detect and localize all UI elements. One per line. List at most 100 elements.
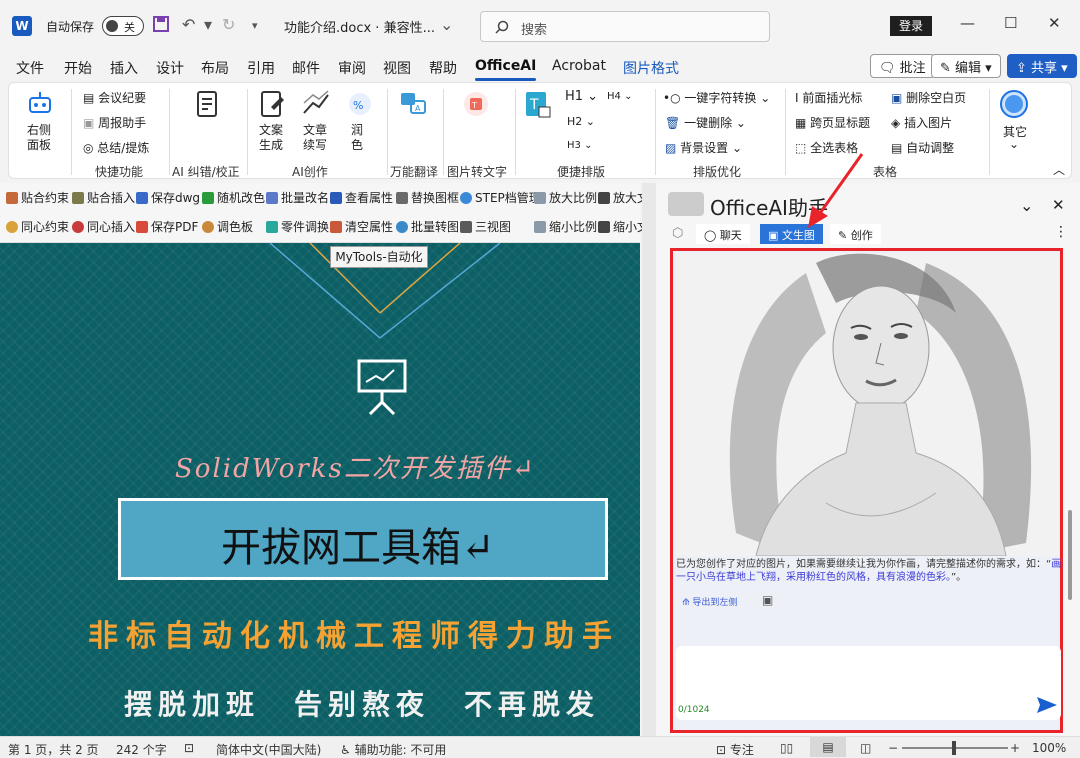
document-name[interactable]: 功能介绍.docx · 兼容性...	[284, 17, 435, 36]
insert-cursor-button[interactable]: Ι 前面插光标	[795, 89, 862, 106]
focus-mode-button[interactable]: ⊡ 专注	[716, 741, 754, 758]
zoom-slider-thumb[interactable]	[952, 741, 956, 755]
tab-picture-format[interactable]: 图片格式	[623, 58, 679, 78]
document-canvas[interactable]: SolidWorks二次开发插件↵ 开拔网工具箱↵ 非标自动化机械工程师得力助手…	[0, 243, 640, 736]
undo-dropdown-icon[interactable]: ▾	[204, 15, 212, 34]
doc-name-chevron-icon[interactable]: ⌄	[440, 15, 453, 34]
mytools-item[interactable]: 清空属性	[330, 218, 393, 235]
weekly-report-button[interactable]: ▣ 周报助手	[83, 114, 146, 131]
heading2-button[interactable]: H2 ⌄	[567, 115, 595, 128]
copy-generate-button[interactable]: 文案 生成	[259, 123, 283, 153]
mytools-item[interactable]: 保存dwg	[136, 189, 200, 206]
mytools-item[interactable]: 查看属性	[330, 189, 393, 206]
save-icon[interactable]	[152, 15, 170, 37]
group-translate: 万能翻译	[390, 165, 439, 179]
translate-icon[interactable]: A	[399, 89, 429, 119]
save-image-icon[interactable]: ▣	[762, 593, 773, 607]
mytools-item[interactable]: 缩小比例	[534, 218, 597, 235]
mytools-item[interactable]: 三视图	[460, 218, 511, 235]
tab-help[interactable]: 帮助	[429, 58, 457, 78]
tab-file[interactable]: 文件	[16, 58, 44, 78]
maximize-icon[interactable]: ☐	[1004, 14, 1017, 32]
format-text-icon[interactable]: T	[523, 89, 553, 119]
zoom-out-icon[interactable]: −	[888, 741, 898, 755]
tab-review[interactable]: 审阅	[338, 58, 366, 78]
tab-officeai[interactable]: OfficeAI	[475, 58, 537, 81]
mytools-item[interactable]: 同心约束	[6, 218, 69, 235]
redo-icon[interactable]: ↻	[222, 15, 235, 34]
edit-mode-button[interactable]: ✎ 编辑 ▾	[931, 54, 1001, 78]
delete-blank-page-button[interactable]: ▣ 删除空白页	[891, 89, 966, 106]
mytools-item[interactable]: 随机改色	[202, 189, 265, 206]
one-key-delete-button[interactable]: 🗑 一键删除 ⌄	[665, 114, 746, 131]
tab-home[interactable]: 开始	[64, 58, 92, 78]
tab-design[interactable]: 设计	[156, 58, 184, 78]
mytools-item[interactable]: 同心插入	[72, 218, 135, 235]
comments-button[interactable]: 🗨 批注	[870, 54, 935, 78]
tab-acrobat[interactable]: Acrobat	[552, 58, 606, 74]
tab-insert[interactable]: 插入	[110, 58, 138, 78]
doc-scrollbar[interactable]	[642, 183, 656, 736]
background-setting-button[interactable]: ▨ 背景设置 ⌄	[665, 139, 742, 156]
panel-collapse-icon[interactable]: ⌄	[1020, 196, 1033, 215]
collapse-ribbon-icon[interactable]: ︿	[1053, 161, 1065, 178]
web-layout-icon[interactable]: ◫	[860, 741, 871, 755]
share-button[interactable]: ⇪ 共享 ▾	[1007, 54, 1077, 78]
mytools-item[interactable]: 放大比例	[534, 189, 597, 206]
mytools-item[interactable]: STEP档管理	[460, 189, 541, 206]
tab-view[interactable]: 视图	[383, 58, 411, 78]
panel-tab-chat[interactable]: ◯ 聊天	[696, 224, 750, 244]
print-layout-icon[interactable]: ▤	[810, 737, 846, 757]
send-icon[interactable]	[1037, 697, 1057, 713]
continue-writing-button[interactable]: 文章 续写	[303, 123, 327, 153]
tab-mailings[interactable]: 邮件	[292, 58, 320, 78]
heading4-button[interactable]: H4 ⌄	[607, 91, 632, 102]
mytools-item[interactable]: 调色板	[202, 218, 253, 235]
divider	[989, 89, 990, 175]
mytools-item[interactable]: 零件调换	[266, 218, 329, 235]
other-dropdown-icon[interactable]: ⌄	[1009, 137, 1019, 151]
generated-image[interactable]	[676, 253, 1059, 556]
page-count[interactable]: 第 1 页，共 2 页	[8, 741, 99, 758]
export-to-left-button[interactable]: ⟰ 导出到左侧	[682, 595, 737, 608]
mytools-item[interactable]: 贴合约束	[6, 189, 69, 206]
ai-check-icon[interactable]	[192, 89, 222, 119]
undo-icon[interactable]: ↶	[182, 15, 195, 34]
mytools-item[interactable]: 保存PDF	[136, 218, 198, 235]
word-count[interactable]: 242 个字	[116, 741, 167, 758]
mytools-item[interactable]: 贴合插入	[72, 189, 135, 206]
auto-adjust-button[interactable]: ▤ 自动调整	[891, 139, 954, 156]
image-to-text-icon[interactable]: T	[461, 89, 491, 119]
mytools-item[interactable]: 批量改名	[266, 189, 329, 206]
cross-page-header-button[interactable]: ▦ 跨页显标题	[795, 114, 870, 131]
read-mode-icon[interactable]: ▯▯	[780, 741, 793, 755]
search-box[interactable]: 搜索	[480, 11, 770, 42]
panel-scrollbar[interactable]	[1068, 510, 1072, 600]
zoom-in-icon[interactable]: +	[1010, 741, 1020, 755]
mytools-item[interactable]: 批量转图	[396, 218, 459, 235]
proofing-icon[interactable]: ⊡	[184, 741, 194, 755]
zoom-level[interactable]: 100%	[1032, 741, 1066, 755]
language[interactable]: 简体中文(中国大陆)	[216, 741, 321, 758]
tab-layout[interactable]: 布局	[201, 58, 229, 78]
one-key-convert-button[interactable]: •○ 一键字符转换 ⌄	[663, 89, 770, 106]
autosave-toggle[interactable]: 关	[102, 16, 144, 36]
minimize-icon[interactable]: —	[960, 14, 975, 32]
meeting-minutes-button[interactable]: ▤ 会议纪要	[83, 89, 146, 106]
panel-close-icon[interactable]: ✕	[1052, 196, 1065, 214]
more-options-icon[interactable]: ⋮	[1054, 224, 1068, 240]
heading3-button[interactable]: H3 ⌄	[567, 140, 592, 151]
customize-quick-access-icon[interactable]: ▾	[252, 19, 258, 32]
polish-button[interactable]: 润 色	[351, 123, 363, 153]
insert-image-button[interactable]: ◈ 插入图片	[891, 114, 952, 131]
close-icon[interactable]: ✕	[1048, 14, 1061, 32]
accessibility-status[interactable]: ♿ 辅助功能: 不可用	[340, 741, 446, 758]
heading1-button[interactable]: H1 ⌄	[565, 89, 598, 104]
login-button[interactable]: 登录	[890, 16, 932, 36]
summary-button[interactable]: ◎ 总结/提炼	[83, 139, 149, 156]
tab-references[interactable]: 引用	[247, 58, 275, 78]
mytools-item[interactable]: 替换图框	[396, 189, 459, 206]
right-panel-button[interactable]: 右侧 面板	[27, 123, 51, 153]
cube-icon[interactable]: ⬡	[672, 226, 683, 241]
chat-input[interactable]	[676, 646, 1061, 720]
